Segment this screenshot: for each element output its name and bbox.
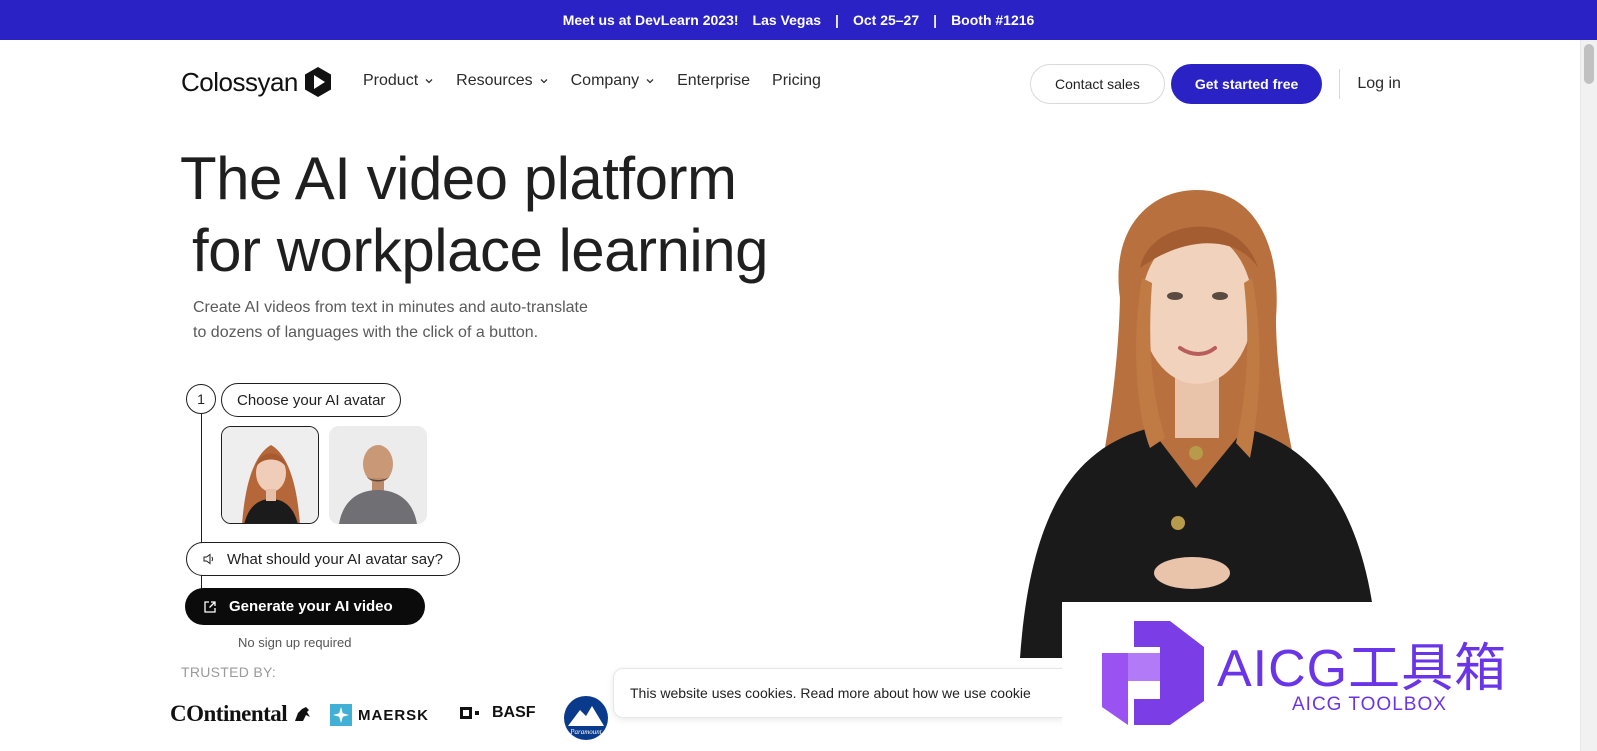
announcement-separator: | xyxy=(933,12,938,28)
svg-text:Paramount: Paramount xyxy=(569,728,603,736)
choose-avatar-label: Choose your AI avatar xyxy=(221,383,402,417)
watermark-title: AICG工具箱 xyxy=(1217,640,1508,698)
hero-title-line-2: for workplace learning xyxy=(192,217,768,284)
maersk-logo: MAERSK xyxy=(330,704,429,726)
announcement-dates: Oct 25–27 xyxy=(852,12,920,28)
avatar-man-image xyxy=(329,426,427,524)
chevron-down-icon xyxy=(425,79,433,84)
basf-wordmark: BASF xyxy=(492,704,536,721)
logo-text: Colossyan xyxy=(181,66,298,97)
hero-title: The AI video platform for workplace lear… xyxy=(180,143,768,287)
menu-item-enterprise[interactable]: Enterprise xyxy=(677,72,750,90)
login-link[interactable]: Log in xyxy=(1357,75,1401,93)
page-scrollbar[interactable] xyxy=(1580,40,1597,751)
hero-subtitle-line-2: to dozens of languages with the click of… xyxy=(193,324,539,341)
contact-sales-button[interactable]: Contact sales xyxy=(1030,64,1165,104)
nav-divider xyxy=(1339,69,1341,99)
basf-square-icon xyxy=(460,707,479,719)
main-menu: Product Resources Company Enterprise Pri… xyxy=(363,72,821,90)
menu-item-product[interactable]: Product xyxy=(363,72,434,90)
menu-item-label: Enterprise xyxy=(677,72,751,89)
hero-subtitle: Create AI videos from text in minutes an… xyxy=(193,295,623,345)
menu-item-pricing[interactable]: Pricing xyxy=(772,72,821,90)
avatar-script-prompt-label: What should your AI avatar say? xyxy=(227,550,443,568)
aicg-logo-icon xyxy=(1102,621,1204,725)
generate-video-button[interactable]: Generate your AI video xyxy=(185,588,425,625)
chevron-down-icon xyxy=(646,79,654,84)
continental-wordmark: COntinental xyxy=(170,701,288,726)
maersk-wordmark: MAERSK xyxy=(358,706,430,724)
speaker-icon xyxy=(203,553,214,565)
paramount-logo: Paramount xyxy=(562,692,610,740)
no-signup-note: No sign up required xyxy=(238,635,352,650)
trusted-by-label: TRUSTED BY: xyxy=(181,664,277,680)
get-started-button[interactable]: Get started free xyxy=(1170,64,1323,104)
announcement-location: Las Vegas xyxy=(752,12,822,28)
hero-subtitle-line-1: Create AI videos from text in minutes an… xyxy=(193,299,588,316)
top-navigation: Colossyan Product Resources Company Ente… xyxy=(0,40,1580,126)
menu-item-resources[interactable]: Resources xyxy=(456,72,548,90)
scrollbar-thumb[interactable] xyxy=(1584,44,1594,84)
avatar-option-woman[interactable] xyxy=(221,426,319,524)
step-number-badge: 1 xyxy=(186,384,216,414)
external-link-icon xyxy=(204,600,216,613)
cookie-banner[interactable]: This website uses cookies. Read more abo… xyxy=(613,668,1093,718)
avatar-option-man[interactable] xyxy=(329,426,427,524)
generate-video-label: Generate your AI video xyxy=(229,598,393,615)
watermark-subtitle: AICG TOOLBOX xyxy=(1292,694,1447,715)
avatar-script-prompt[interactable]: What should your AI avatar say? xyxy=(186,542,460,576)
cookie-banner-text: This website uses cookies. Read more abo… xyxy=(630,685,1031,701)
nav-actions: Contact sales Get started free Log in xyxy=(1030,64,1401,104)
menu-item-label: Pricing xyxy=(772,72,821,89)
horse-icon xyxy=(295,707,311,721)
maersk-star-icon xyxy=(330,704,352,726)
presenter-avatar-image xyxy=(1020,190,1378,658)
menu-item-company[interactable]: Company xyxy=(571,72,655,90)
chevron-down-icon xyxy=(540,79,548,84)
menu-item-label: Resources xyxy=(456,72,533,89)
play-hexagon-icon xyxy=(304,67,331,97)
menu-item-label: Product xyxy=(363,72,419,89)
avatar-woman-image xyxy=(222,427,318,523)
aicg-watermark: AICG工具箱 AICG TOOLBOX xyxy=(1062,602,1580,751)
basf-logo: BASF xyxy=(460,704,536,722)
announcement-separator: | xyxy=(835,12,839,28)
menu-item-label: Company xyxy=(570,72,640,89)
announcement-event: Meet us at DevLearn 2023! xyxy=(562,12,739,28)
paramount-mountain-icon: Paramount xyxy=(564,696,608,740)
announcement-bar[interactable]: Meet us at DevLearn 2023! Las Vegas | Oc… xyxy=(0,0,1597,40)
announcement-booth: Booth #1216 xyxy=(951,12,1035,28)
colossyan-logo[interactable]: Colossyan xyxy=(181,66,334,98)
continental-logo: COntinental xyxy=(170,701,313,727)
hero-title-line-1: The AI video platform xyxy=(180,145,737,212)
